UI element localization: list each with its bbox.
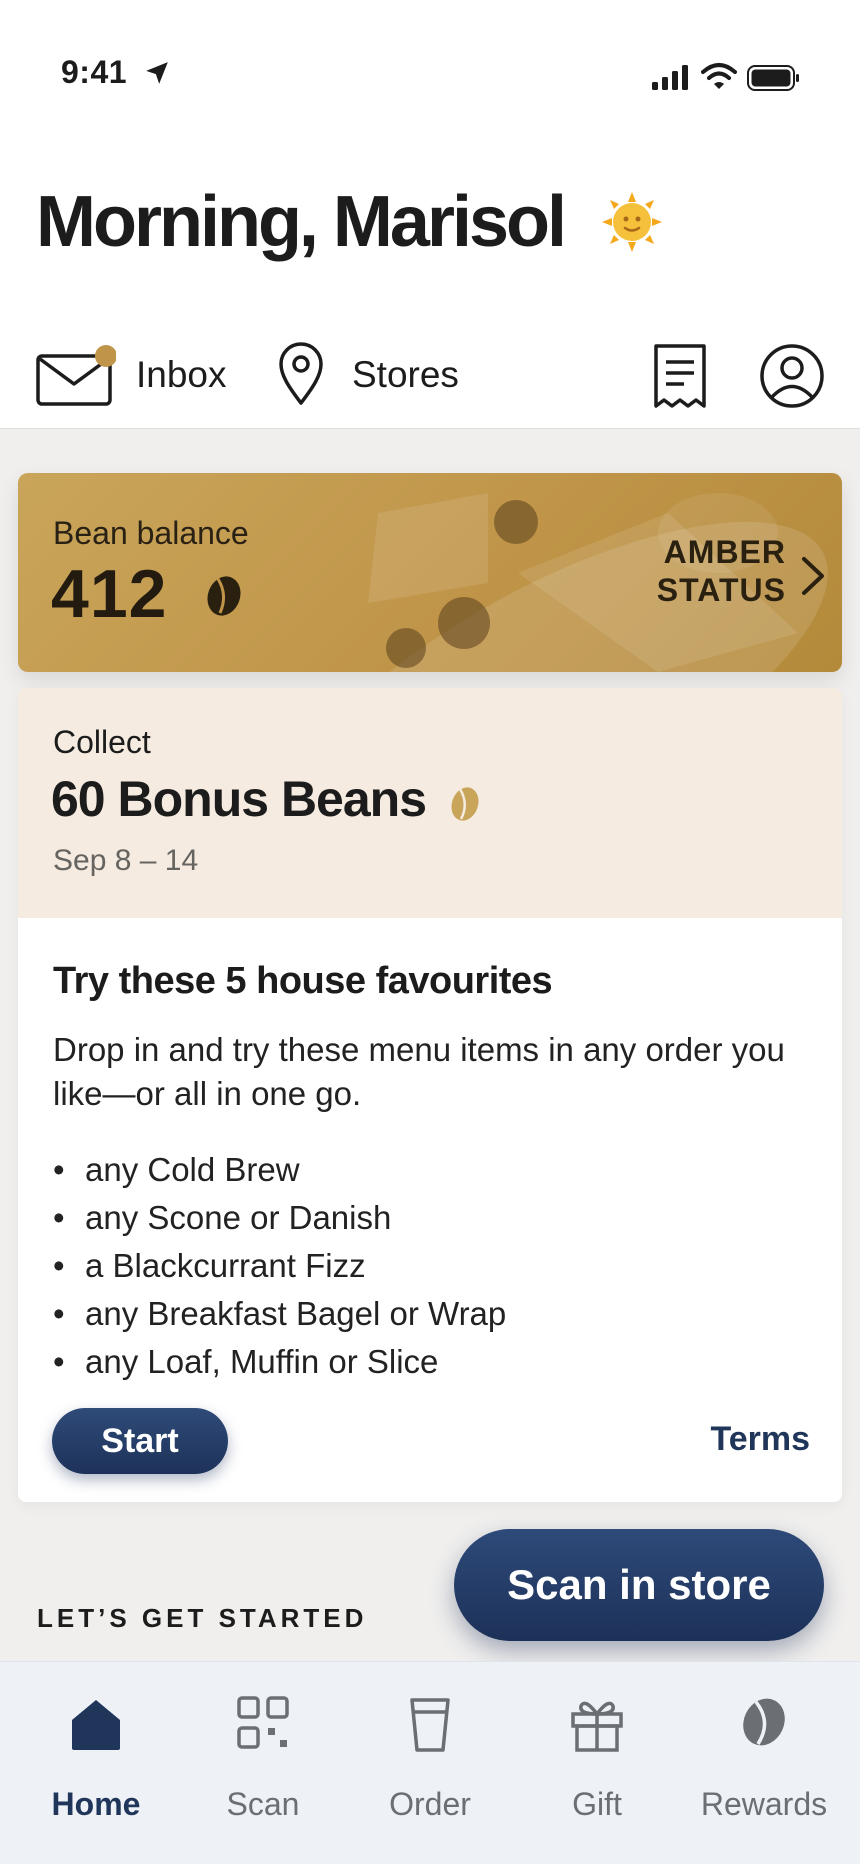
section-heading: LET’S GET STARTED: [37, 1603, 368, 1633]
notification-dot: [95, 345, 116, 367]
tab-bar: Home Scan Order Gift Rewards: [0, 1661, 860, 1864]
location-arrow-icon: [146, 62, 168, 84]
bean-balance-value: 412: [51, 556, 168, 632]
receipt-icon[interactable]: [650, 342, 710, 412]
offer-header: Collect 60 Bonus Beans Sep 8 – 14: [18, 688, 842, 918]
mail-icon: [36, 345, 116, 406]
scan-in-store-button[interactable]: Scan in store: [454, 1529, 824, 1641]
start-button[interactable]: Start: [52, 1408, 228, 1474]
header-area: 9:41 Morning, Marisol Inbox Stores: [0, 0, 860, 429]
inbox-label: Inbox: [136, 354, 227, 395]
terms-link[interactable]: Terms: [698, 1420, 810, 1459]
tab-label: Rewards: [700, 1786, 828, 1822]
inbox-button[interactable]: Inbox: [36, 336, 236, 416]
battery-icon: [747, 65, 799, 91]
bean-balance-label: Bean balance: [53, 515, 249, 551]
tab-order[interactable]: Order: [344, 1662, 516, 1864]
list-item: any Loaf, Muffin or Slice: [53, 1338, 506, 1386]
offer-description: Drop in and try these menu items in any …: [53, 1031, 785, 1112]
status-time: 9:41: [61, 54, 128, 90]
collect-label: Collect: [53, 724, 151, 760]
wifi-icon: [701, 63, 737, 89]
location-pin-icon: [279, 342, 323, 405]
tab-label: Order: [389, 1786, 471, 1822]
list-item: any Breakfast Bagel or Wrap: [53, 1290, 506, 1338]
coffee-bean-icon: [451, 787, 479, 821]
list-item: any Scone or Danish: [53, 1194, 506, 1242]
tab-scan[interactable]: Scan: [177, 1662, 349, 1864]
offer-dates: Sep 8 – 14: [53, 844, 199, 877]
amber-status: AMBER STATUS: [618, 533, 786, 609]
stores-button[interactable]: Stores: [276, 336, 476, 416]
status-line-1: AMBER: [663, 534, 786, 570]
chevron-right-icon: [802, 557, 824, 595]
tab-home[interactable]: Home: [10, 1662, 182, 1864]
offer-title: Try these 5 house favourites: [53, 960, 553, 1002]
cellular-signal-icon: [652, 65, 688, 90]
sun-face-icon: [602, 192, 662, 252]
status-bar: 9:41: [0, 0, 860, 150]
offer-items-list: any Cold Brew any Scone or Danish a Blac…: [53, 1146, 506, 1386]
tab-label: Home: [51, 1786, 141, 1822]
top-nav: Inbox Stores: [0, 336, 860, 416]
cup-icon: [410, 1698, 450, 1752]
coffee-bean-icon: [207, 576, 241, 616]
scan-icon: [237, 1696, 289, 1749]
list-item: any Cold Brew: [53, 1146, 506, 1194]
tab-rewards[interactable]: Rewards: [678, 1662, 850, 1864]
tab-gift[interactable]: Gift: [511, 1662, 683, 1864]
home-icon: [72, 1700, 120, 1750]
gift-icon: [571, 1701, 623, 1752]
bonus-title: 60 Bonus Beans: [51, 771, 427, 827]
bonus-offer-card: Collect 60 Bonus Beans Sep 8 – 14 Try th…: [18, 688, 842, 1502]
profile-icon[interactable]: [758, 342, 826, 410]
status-line-2: STATUS: [656, 572, 786, 608]
bean-balance-card[interactable]: Bean balance 412 AMBER STATUS: [18, 473, 842, 672]
tab-label: Scan: [226, 1786, 300, 1822]
greeting-title: Morning, Marisol: [36, 182, 567, 262]
bean-icon: [743, 1698, 785, 1746]
stores-label: Stores: [352, 354, 459, 395]
tab-label: Gift: [572, 1786, 622, 1822]
list-item: a Blackcurrant Fizz: [53, 1242, 506, 1290]
